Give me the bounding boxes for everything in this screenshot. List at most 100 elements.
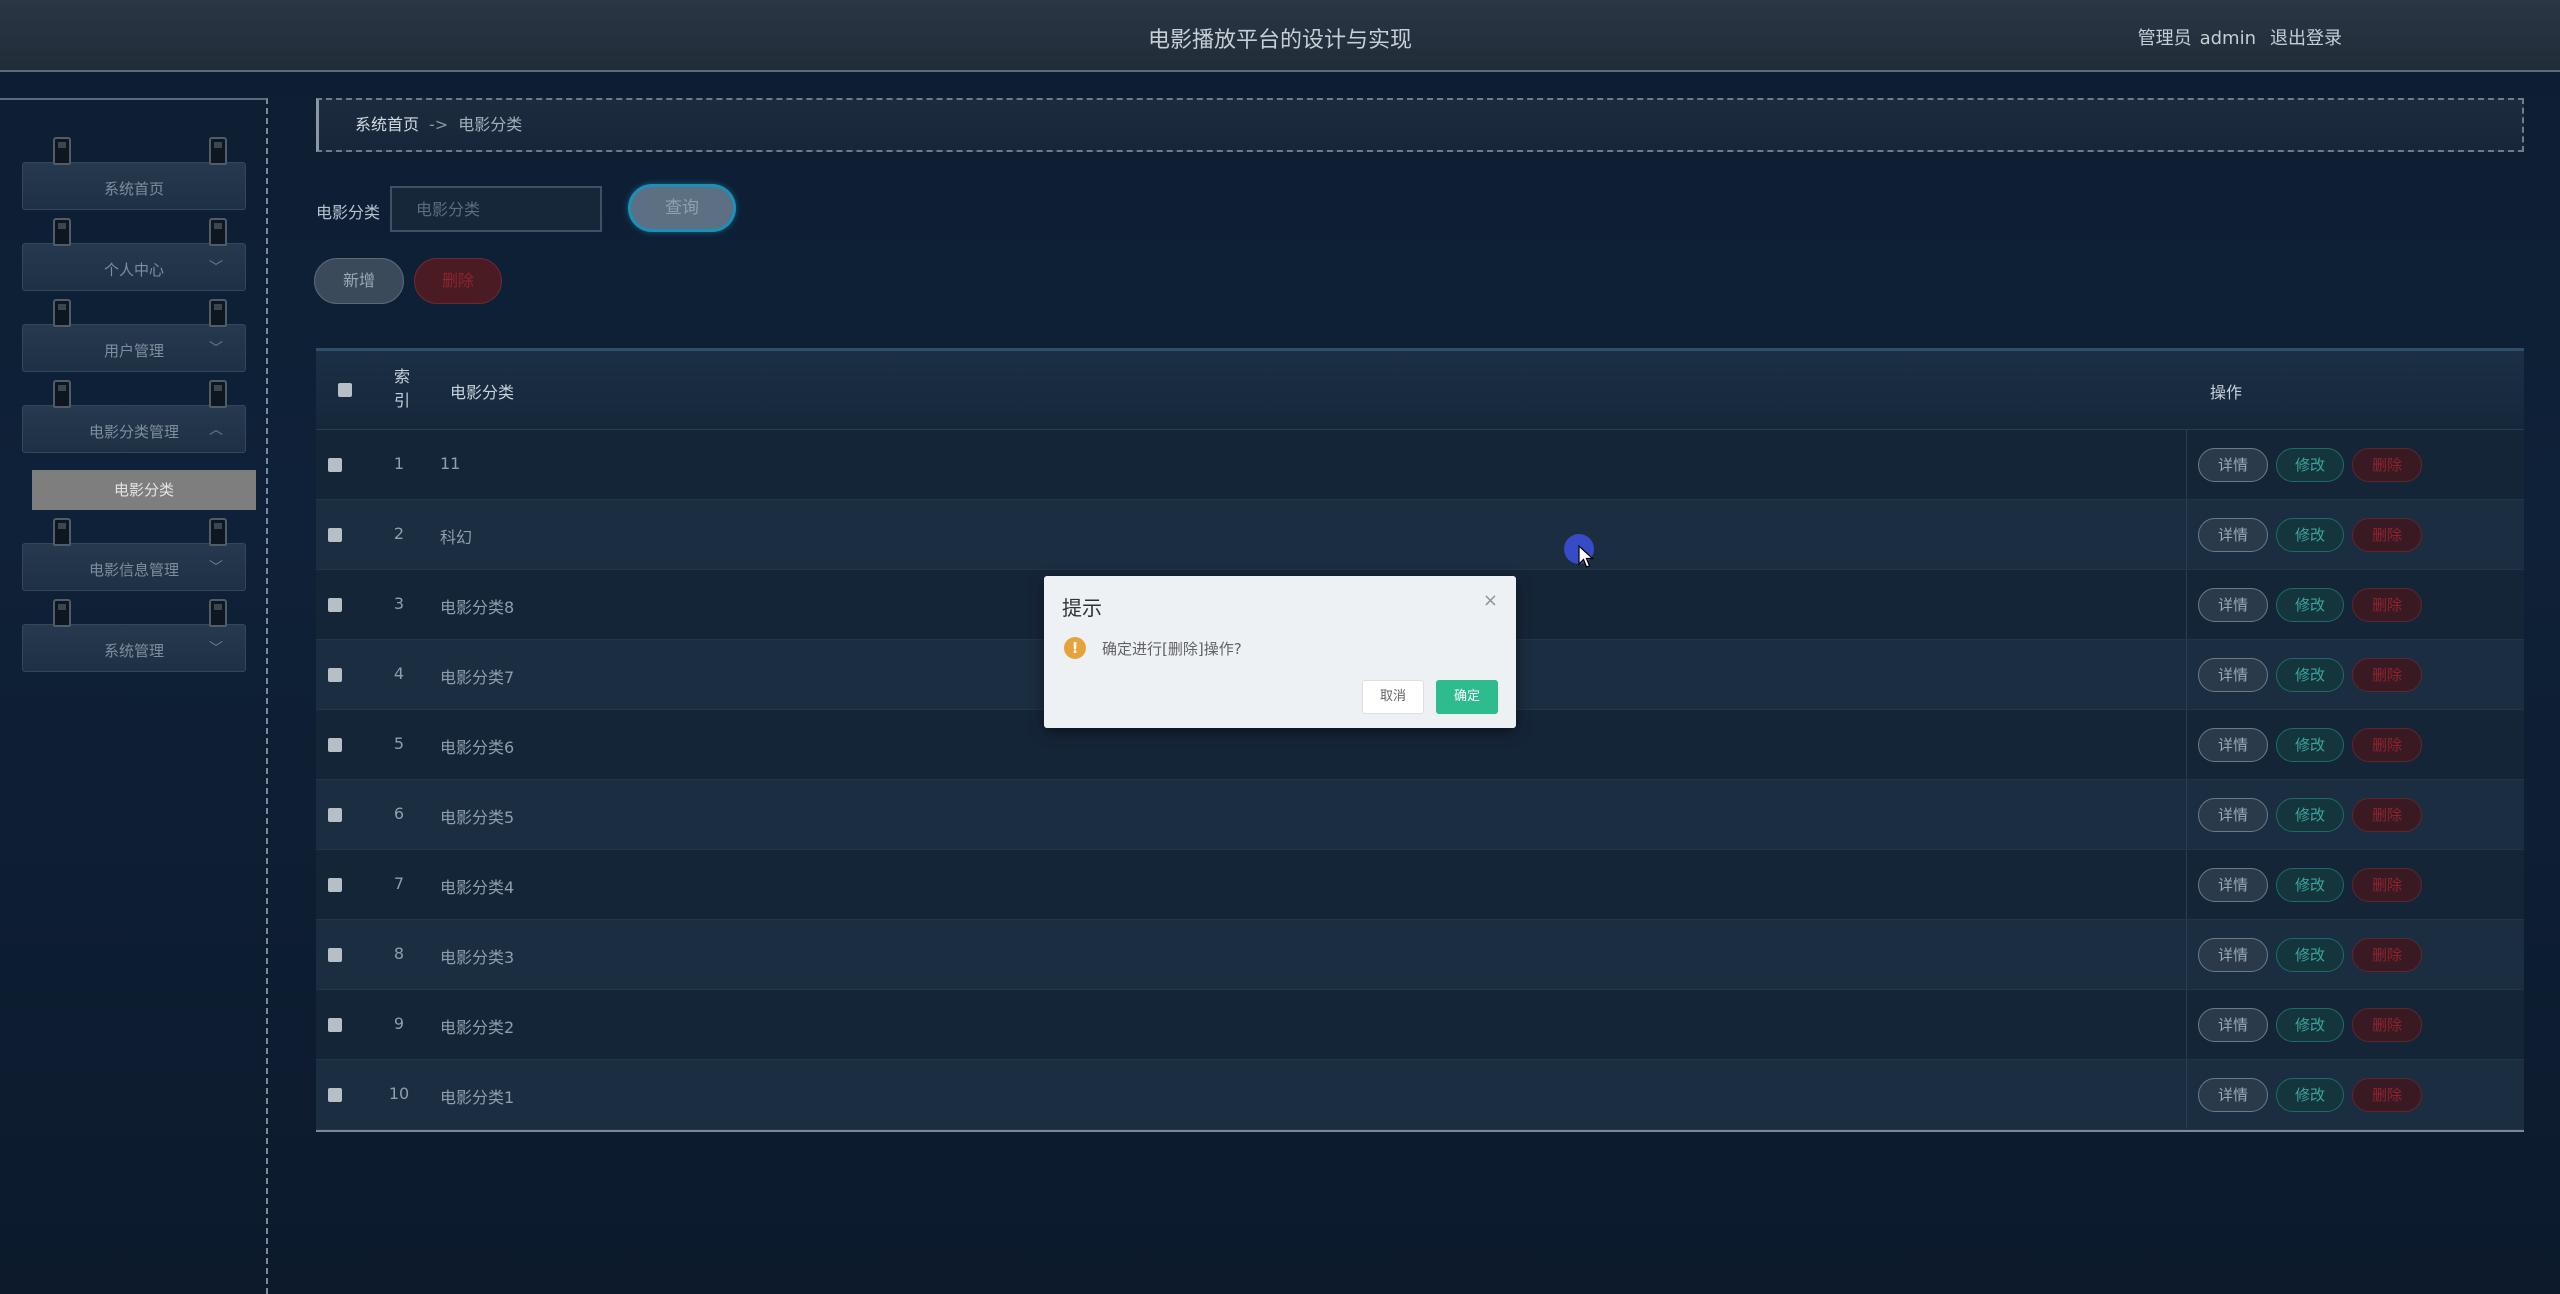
category-table: 索 引 电影分类 操作 1 11 详情 修改 删除 2 科幻 详情 修改 删除 3 电影分类8 详情 修改… <box>316 348 2524 1132</box>
sidebar-item-movie-info[interactable]: 电影信息管理 ﹀ <box>22 518 246 591</box>
delete-button[interactable]: 删除 <box>2352 1078 2422 1112</box>
sidebar: 系统首页 个人中心 ﹀ 用户管理 ﹀ 电影分类管理 ︿ 电影分类 电影信息管理 … <box>0 98 268 1294</box>
delete-button[interactable]: 删除 <box>2352 518 2422 552</box>
delete-button[interactable]: 删除 <box>2352 588 2422 622</box>
edit-button[interactable]: 修改 <box>2276 448 2344 482</box>
breadcrumb-home[interactable]: 系统首页 <box>355 115 419 134</box>
sidebar-item-label: 系统首页 <box>103 180 164 198</box>
edit-button[interactable]: 修改 <box>2276 798 2344 832</box>
warning-icon: ! <box>1064 637 1086 659</box>
detail-button[interactable]: 详情 <box>2198 518 2268 552</box>
header-index: 索 引 <box>394 367 411 410</box>
edit-button[interactable]: 修改 <box>2276 588 2344 622</box>
select-all-checkbox[interactable] <box>338 383 352 397</box>
delete-button[interactable]: 删除 <box>2352 1008 2422 1042</box>
clip-icon <box>53 518 71 546</box>
edit-button[interactable]: 修改 <box>2276 728 2344 762</box>
confirm-button[interactable]: 确定 <box>1436 680 1498 714</box>
ops-cell <box>2186 430 2187 499</box>
table-body: 1 11 详情 修改 删除 2 科幻 详情 修改 删除 3 电影分类8 详情 修改 删除 4 电影分类7 详情 修改… <box>316 430 2524 1130</box>
detail-button[interactable]: 详情 <box>2198 1078 2268 1112</box>
row-category: 电影分类8 <box>440 598 515 617</box>
delete-button[interactable]: 删除 <box>2352 658 2422 692</box>
row-index: 9 <box>393 1014 405 1033</box>
dialog-message: 确定进行[删除]操作? <box>1102 640 1242 658</box>
row-checkbox[interactable] <box>328 528 342 542</box>
sidebar-subitem-category[interactable]: 电影分类 <box>32 470 256 510</box>
row-checkbox[interactable] <box>328 738 342 752</box>
delete-button[interactable]: 删除 <box>2352 728 2422 762</box>
detail-button[interactable]: 详情 <box>2198 658 2268 692</box>
sidebar-item-profile[interactable]: 个人中心 ﹀ <box>22 218 246 291</box>
clip-icon <box>209 518 227 546</box>
ops-cell <box>2186 500 2187 569</box>
logout-link[interactable]: 退出登录 <box>2270 28 2342 49</box>
row-checkbox[interactable] <box>328 878 342 892</box>
row-index: 10 <box>388 1084 410 1103</box>
row-index: 3 <box>393 594 405 613</box>
chevron-down-icon: ﹀ <box>209 260 223 276</box>
batch-delete-button[interactable]: 删除 <box>414 258 502 304</box>
row-checkbox[interactable] <box>328 458 342 472</box>
mouse-pointer-icon <box>1578 545 1595 568</box>
edit-button[interactable]: 修改 <box>2276 938 2344 972</box>
detail-button[interactable]: 详情 <box>2198 448 2268 482</box>
close-icon[interactable]: × <box>1483 590 1498 611</box>
edit-button[interactable]: 修改 <box>2276 1008 2344 1042</box>
cancel-button[interactable]: 取消 <box>1362 680 1424 714</box>
row-checkbox[interactable] <box>328 598 342 612</box>
ops-cell <box>2186 640 2187 709</box>
row-checkbox[interactable] <box>328 948 342 962</box>
edit-button[interactable]: 修改 <box>2276 868 2344 902</box>
add-button[interactable]: 新增 <box>314 258 404 304</box>
delete-button[interactable]: 删除 <box>2352 868 2422 902</box>
table-row: 8 电影分类3 详情 修改 删除 <box>316 920 2524 990</box>
sidebar-item-users[interactable]: 用户管理 ﹀ <box>22 299 246 372</box>
edit-button[interactable]: 修改 <box>2276 658 2344 692</box>
ops-cell <box>2186 780 2187 849</box>
row-category: 电影分类7 <box>440 668 515 687</box>
search-label: 电影分类 <box>316 203 381 222</box>
detail-button[interactable]: 详情 <box>2198 728 2268 762</box>
row-category: 电影分类5 <box>440 808 515 827</box>
query-button[interactable]: 查询 <box>628 184 736 232</box>
sidebar-item-system[interactable]: 系统管理 ﹀ <box>22 599 246 672</box>
clip-icon <box>209 599 227 627</box>
table-header: 索 引 电影分类 操作 <box>316 351 2524 430</box>
detail-button[interactable]: 详情 <box>2198 938 2268 972</box>
table-row: 10 电影分类1 详情 修改 删除 <box>316 1060 2524 1130</box>
sidebar-item-home[interactable]: 系统首页 <box>22 137 246 210</box>
row-checkbox[interactable] <box>328 668 342 682</box>
delete-button[interactable]: 删除 <box>2352 448 2422 482</box>
breadcrumb-separator: -> <box>429 115 449 134</box>
search-input[interactable] <box>390 186 602 232</box>
clip-icon <box>209 299 227 327</box>
user-area: 管理员 admin 退出登录 <box>2130 24 2342 50</box>
detail-button[interactable]: 详情 <box>2198 1008 2268 1042</box>
row-checkbox[interactable] <box>328 1088 342 1102</box>
row-checkbox[interactable] <box>328 1018 342 1032</box>
sidebar-item-category-mgmt[interactable]: 电影分类管理 ︿ <box>22 380 246 453</box>
clip-icon <box>53 599 71 627</box>
detail-button[interactable]: 详情 <box>2198 798 2268 832</box>
row-index: 6 <box>393 804 405 823</box>
edit-button[interactable]: 修改 <box>2276 518 2344 552</box>
chevron-down-icon: ﹀ <box>209 560 223 576</box>
ops-cell <box>2186 570 2187 639</box>
user-name: admin <box>2199 28 2256 49</box>
ops-cell <box>2186 710 2187 779</box>
table-row: 9 电影分类2 详情 修改 删除 <box>316 990 2524 1060</box>
row-category: 电影分类2 <box>440 1018 515 1037</box>
dialog-title: 提示 <box>1062 596 1102 620</box>
edit-button[interactable]: 修改 <box>2276 1078 2344 1112</box>
row-category: 电影分类6 <box>440 738 515 757</box>
detail-button[interactable]: 详情 <box>2198 588 2268 622</box>
breadcrumb: 系统首页 -> 电影分类 <box>316 98 2524 152</box>
delete-button[interactable]: 删除 <box>2352 938 2422 972</box>
breadcrumb-current: 电影分类 <box>458 115 523 134</box>
clip-icon <box>209 380 227 408</box>
delete-button[interactable]: 删除 <box>2352 798 2422 832</box>
row-checkbox[interactable] <box>328 808 342 822</box>
detail-button[interactable]: 详情 <box>2198 868 2268 902</box>
row-category: 11 <box>440 454 461 473</box>
